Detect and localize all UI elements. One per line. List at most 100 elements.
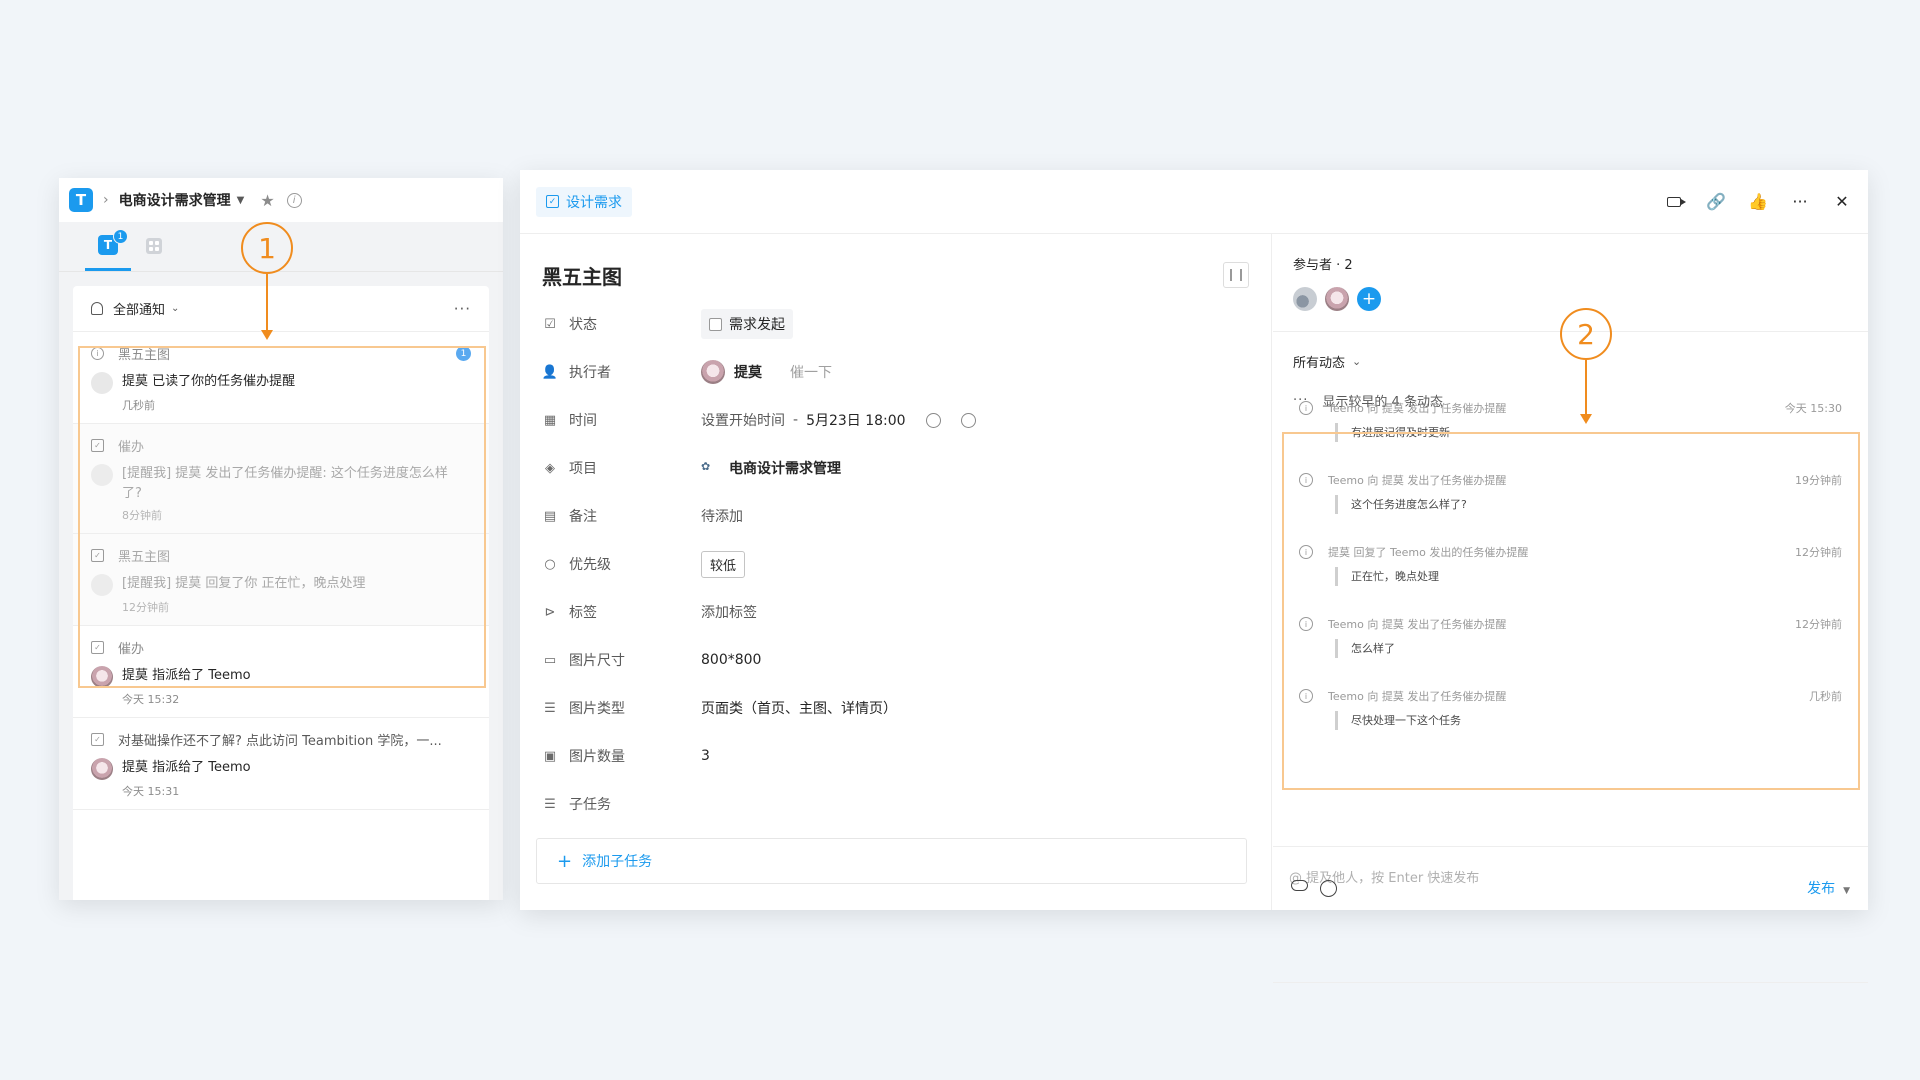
image-size-value[interactable]: 800*800 <box>701 652 761 668</box>
comment-box <box>1273 982 1868 1046</box>
project-value[interactable]: 电商设计需求管理 <box>729 458 841 478</box>
notification-filter-label[interactable]: 全部通知 <box>113 299 165 318</box>
project-name[interactable]: 电商设计需求管理 <box>119 190 231 210</box>
caret-down-icon[interactable]: ▼ <box>1843 886 1850 896</box>
add-subtask-label: 添加子任务 <box>582 854 653 870</box>
circle-icon: ○ <box>544 556 556 572</box>
add-subtask-button[interactable]: + 添加子任务 <box>536 838 1247 884</box>
chevron-down-icon: ⌄ <box>1352 355 1362 368</box>
image-count-value[interactable]: 3 <box>701 748 710 764</box>
annotation-arrow-2 <box>1580 414 1592 424</box>
field-tag: ⊳ 标签 添加标签 <box>542 588 1249 636</box>
list-icon: ☰ <box>544 700 556 716</box>
field-status: ☑ 状态 需求发起 <box>542 300 1249 348</box>
field-project: ◈ 项目 ✿ 电商设计需求管理 <box>542 444 1249 492</box>
annotation-highlight-1 <box>78 346 486 688</box>
avatar[interactable] <box>1293 287 1317 311</box>
project-icon: ✿ <box>701 460 711 473</box>
field-label: 图片类型 <box>569 701 625 717</box>
tab-notifications[interactable]: T 1 <box>85 221 131 271</box>
activity-text: Teemo 向 提莫 发出了任务催办提醒 <box>1328 402 1507 415</box>
field-label: 备注 <box>569 509 597 525</box>
close-icon[interactable]: ✕ <box>1832 192 1852 212</box>
start-time-input[interactable]: 设置开始时间 <box>701 410 785 430</box>
user-icon: 👤 <box>541 364 559 380</box>
comment-area: @ 提及他人，按 Enter 快速发布 <box>1273 846 1868 910</box>
number-icon: ▣ <box>543 748 557 764</box>
breadcrumb-chevron-icon: › <box>103 192 109 208</box>
bell-icon <box>91 302 103 315</box>
task-type-chip[interactable]: ✓ 设计需求 <box>536 186 632 217</box>
note-icon: ▤ <box>543 508 557 524</box>
tag-icon: ⊳ <box>544 604 556 620</box>
time-separator: - <box>793 412 799 428</box>
priority-select[interactable]: 较低 <box>701 550 746 578</box>
layout-toggle-button[interactable] <box>1223 262 1249 288</box>
field-image-count: ▣ 图片数量 3 <box>542 732 1249 780</box>
task-type-label: 设计需求 <box>566 194 622 211</box>
caret-down-icon[interactable]: ▼ <box>237 195 245 206</box>
star-icon[interactable]: ★ <box>260 191 274 210</box>
tab-badge: 1 <box>113 229 128 244</box>
field-label: 子任务 <box>569 797 611 813</box>
field-label: 执行者 <box>569 365 611 381</box>
notification-time: 今天 15:31 <box>122 785 180 798</box>
attachment-icon[interactable] <box>1291 880 1308 891</box>
task-title[interactable]: 黑五主图 <box>542 261 622 290</box>
assignee-name: 提莫 <box>734 365 762 381</box>
layers-icon: ◈ <box>545 460 555 476</box>
more-icon[interactable]: ··· <box>1790 192 1810 212</box>
tab-apps[interactable] <box>131 221 177 271</box>
thumbs-up-icon[interactable]: 👍 <box>1748 192 1768 212</box>
video-icon[interactable] <box>1664 192 1686 212</box>
assignee-select[interactable]: 提莫 <box>701 360 762 384</box>
alarm-icon[interactable] <box>960 412 976 428</box>
avatar[interactable] <box>1325 287 1349 311</box>
chevron-down-icon[interactable]: ⌄ <box>171 303 179 314</box>
link-icon[interactable]: 🔗 <box>1706 192 1726 212</box>
status-value: 需求发起 <box>729 317 785 333</box>
task-main: 黑五主图 ☑ 状态 需求发起 👤 执行者 提莫 催一下 ▦ 时间 设置开始时间 … <box>520 234 1272 910</box>
field-label: 标签 <box>569 605 597 621</box>
subtask-icon: ☰ <box>544 796 556 812</box>
notification-time: 今天 15:32 <box>122 693 180 706</box>
annotation-marker-1: 1 <box>241 222 293 274</box>
note-input[interactable]: 待添加 <box>701 506 743 526</box>
image-icon: ▭ <box>543 652 557 668</box>
more-icon[interactable]: ··· <box>454 300 471 318</box>
annotation-line-1 <box>266 274 268 332</box>
annotation-line-2 <box>1585 360 1587 415</box>
emoji-icon[interactable] <box>1320 880 1337 897</box>
field-label: 时间 <box>569 413 597 429</box>
activity-time: 今天 15:30 <box>1784 402 1842 415</box>
nudge-link[interactable]: 催一下 <box>790 362 832 382</box>
publish-label: 发布 <box>1807 881 1836 897</box>
avatar <box>91 758 113 780</box>
notification-category: 对基础操作还不了解? 点此访问 Teambition 学院，一... <box>118 734 442 749</box>
notification-item[interactable]: ✓ 对基础操作还不了解? 点此访问 Teambition 学院，一... 提莫 指… <box>73 718 489 810</box>
checkbox-icon: ✓ <box>91 733 104 746</box>
repeat-icon[interactable] <box>925 412 941 428</box>
task-type-icon: ✓ <box>546 195 559 208</box>
publish-button[interactable]: 发布 ▼ <box>1807 878 1850 898</box>
app-logo[interactable]: T <box>69 188 93 212</box>
due-time-input[interactable]: 5月23日 18:00 <box>806 410 906 430</box>
field-priority: ○ 优先级 较低 <box>542 540 1249 588</box>
field-label: 项目 <box>569 461 597 477</box>
annotation-highlight-2 <box>1282 432 1860 790</box>
image-type-value[interactable]: 页面类（首页、主图、详情页） <box>701 698 897 718</box>
notification-filter[interactable]: 全部通知 ⌄ ··· <box>73 286 489 332</box>
plus-icon: + <box>557 850 573 872</box>
notification-message: 提莫 指派给了 Teemo <box>122 760 251 775</box>
info-icon[interactable]: i <box>286 192 302 208</box>
field-label: 图片尺寸 <box>569 653 625 669</box>
project-header: T › 电商设计需求管理 ▼ ★ i <box>59 178 503 222</box>
field-label: 状态 <box>569 317 597 333</box>
add-tag-button[interactable]: 添加标签 <box>701 602 757 622</box>
participants-title: 参与者 · 2 <box>1293 258 1353 273</box>
status-select[interactable]: 需求发起 <box>701 309 793 339</box>
comment-toolbar <box>1291 880 1337 897</box>
field-subtasks: ☰ 子任务 <box>542 780 1249 828</box>
activity-filter-label: 所有动态 <box>1293 356 1346 371</box>
add-participant-button[interactable]: + <box>1357 287 1381 311</box>
